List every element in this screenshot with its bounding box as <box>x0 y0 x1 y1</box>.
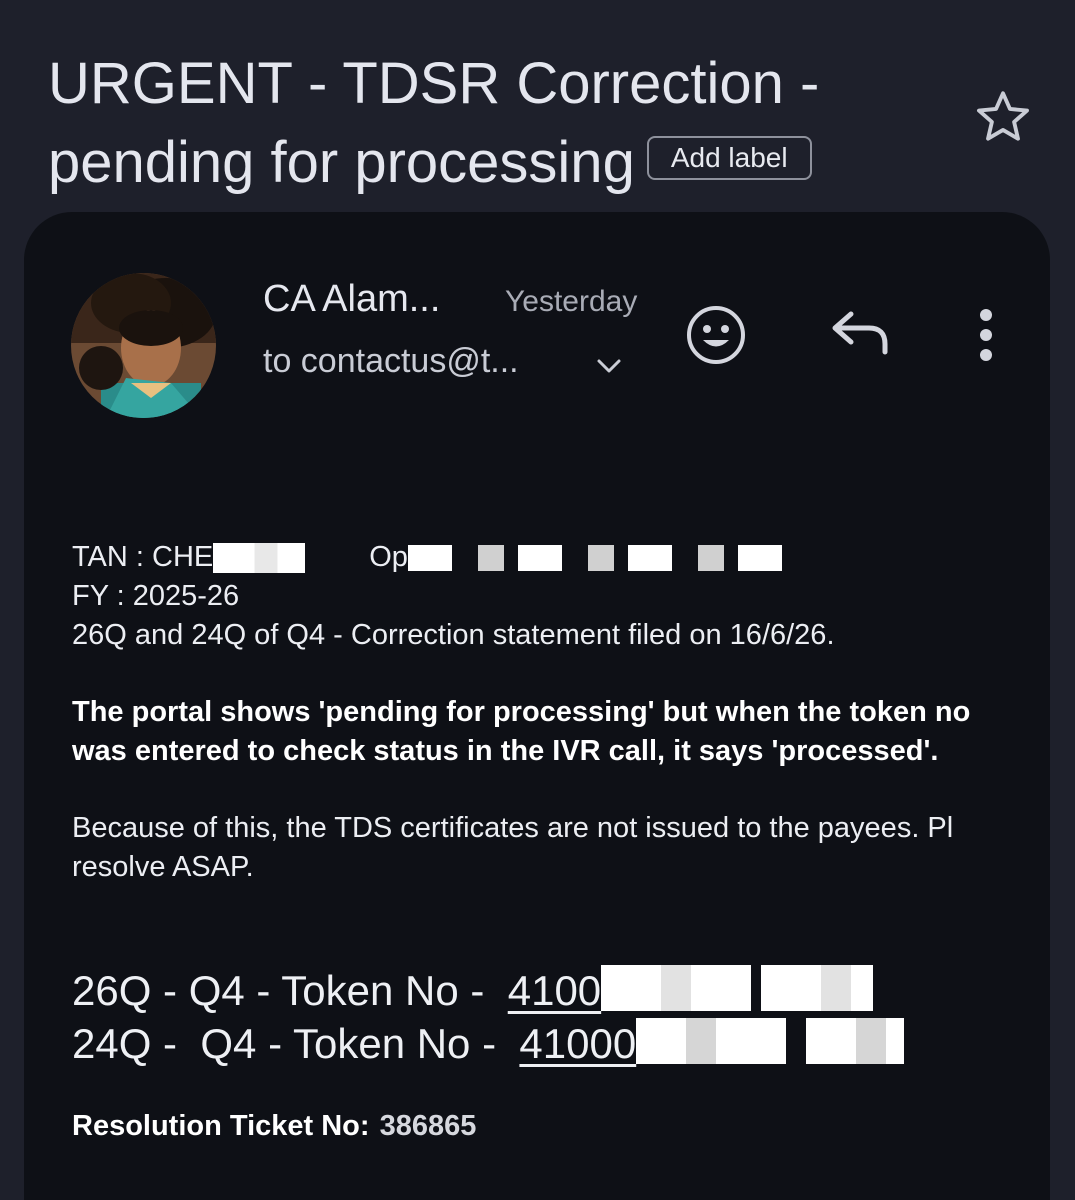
message-date: Yesterday <box>505 285 638 318</box>
redaction-block <box>407 545 788 572</box>
token-line-26q: 26Q - Q4 - Token No - 4100 <box>72 965 874 1017</box>
more-vert-icon[interactable] <box>970 305 1002 365</box>
email-subject: URGENT - TDSR Correction - pending for p… <box>48 44 948 202</box>
ticket-number: 386865 <box>379 1110 477 1142</box>
token-line-24q: 24Q - Q4 - Token No - 41000 <box>72 1018 905 1070</box>
star-icon[interactable] <box>972 86 1034 148</box>
reply-icon[interactable] <box>829 306 893 362</box>
status-paragraph: The portal shows 'pending for processing… <box>72 696 971 767</box>
token-number-link[interactable]: 4100 <box>508 967 601 1014</box>
redaction-block <box>213 543 306 574</box>
redaction-block <box>636 1018 905 1064</box>
redaction-block <box>601 965 874 1011</box>
email-view: URGENT - TDSR Correction - pending for p… <box>0 0 1075 1200</box>
message-body: TAN : CHE Op FY : 2025-26 26Q and 24Q of … <box>72 538 1012 887</box>
recipient-line[interactable]: to contactus@t... <box>263 342 519 381</box>
resolution-ticket: Resolution Ticket No: 386865 <box>72 1110 477 1142</box>
add-reaction-icon[interactable] <box>684 303 748 367</box>
correction-line: 26Q and 24Q of Q4 - Correction statement… <box>72 619 835 651</box>
sender-name[interactable]: CA Alam... <box>263 278 440 321</box>
request-paragraph: Because of this, the TDS certificates ar… <box>72 812 954 883</box>
tan-line: TAN : CHE Op <box>72 538 1012 577</box>
add-label-button[interactable]: Add label <box>646 135 812 180</box>
token-number-link[interactable]: 41000 <box>519 1020 636 1067</box>
fy-line: FY : 2025-26 <box>72 580 240 612</box>
chevron-down-icon[interactable] <box>594 354 624 378</box>
sender-avatar[interactable] <box>71 273 216 418</box>
